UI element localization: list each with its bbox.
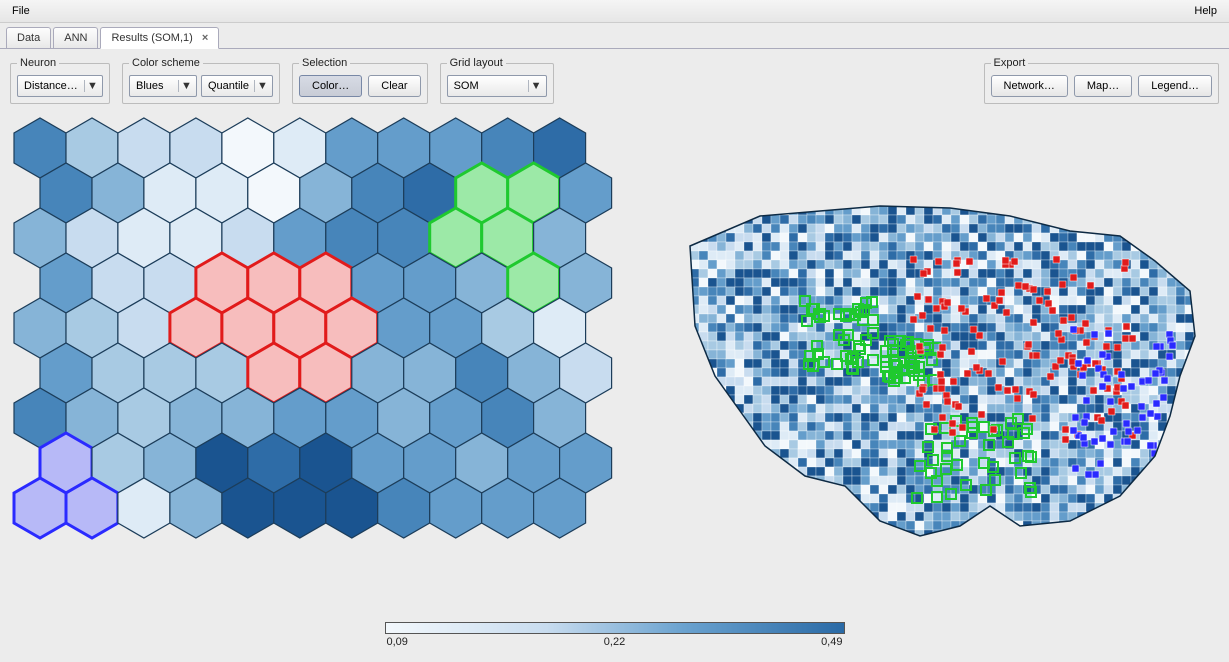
us-county-map[interactable] xyxy=(645,116,1215,616)
tab-results[interactable]: Results (SOM,1) × xyxy=(100,27,219,49)
legend-mid: 0,22 xyxy=(604,636,625,648)
neuron-select[interactable]: Distance… ▼ xyxy=(17,75,103,97)
tab-ann[interactable]: ANN xyxy=(53,27,98,48)
chevron-down-icon: ▼ xyxy=(178,80,194,92)
group-grid-layout: Grid layout SOM ▼ xyxy=(440,57,554,104)
group-color-scheme: Color scheme Blues ▼ Quantile ▼ xyxy=(122,57,280,104)
select-value: Distance… xyxy=(24,80,78,92)
group-selection: Selection Color… Clear xyxy=(292,57,428,104)
group-legend: Grid layout xyxy=(447,57,506,69)
tab-label: Data xyxy=(17,32,40,44)
color-button[interactable]: Color… xyxy=(299,75,362,97)
toolbar: Neuron Distance… ▼ Color scheme Blues ▼ … xyxy=(10,57,1219,104)
legend-gradient xyxy=(385,622,845,634)
legend-min: 0,09 xyxy=(387,636,408,648)
menubar: File Help xyxy=(0,0,1229,23)
select-value: Blues xyxy=(136,80,164,92)
select-value: SOM xyxy=(454,80,479,92)
export-legend-button[interactable]: Legend… xyxy=(1138,75,1212,97)
group-legend: Color scheme xyxy=(129,57,203,69)
grid-layout-select[interactable]: SOM ▼ xyxy=(447,75,547,97)
select-value: Quantile xyxy=(208,80,249,92)
legend-max: 0,49 xyxy=(821,636,842,648)
chevron-down-icon: ▼ xyxy=(84,80,100,92)
group-neuron: Neuron Distance… ▼ xyxy=(10,57,110,104)
tab-bar: Data ANN Results (SOM,1) × xyxy=(0,23,1229,49)
tab-label: ANN xyxy=(64,32,87,44)
menu-help[interactable]: Help xyxy=(1188,3,1223,19)
clear-button[interactable]: Clear xyxy=(368,75,420,97)
export-map-button[interactable]: Map… xyxy=(1074,75,1132,97)
hex-cell[interactable] xyxy=(14,478,66,538)
color-legend: 0,09 0,22 0,49 xyxy=(385,622,845,648)
hex-cell[interactable] xyxy=(66,478,118,538)
group-legend: Export xyxy=(991,57,1029,69)
tab-label: Results (SOM,1) xyxy=(111,32,192,44)
content-area: Neuron Distance… ▼ Color scheme Blues ▼ … xyxy=(0,49,1229,656)
group-export: Export Network… Map… Legend… xyxy=(984,57,1219,104)
som-hex-grid[interactable] xyxy=(10,116,635,616)
export-network-button[interactable]: Network… xyxy=(991,75,1068,97)
palette-select[interactable]: Blues ▼ xyxy=(129,75,197,97)
close-icon[interactable]: × xyxy=(202,32,208,44)
tab-data[interactable]: Data xyxy=(6,27,51,48)
chevron-down-icon: ▼ xyxy=(528,80,544,92)
scale-select[interactable]: Quantile ▼ xyxy=(201,75,273,97)
group-legend: Neuron xyxy=(17,57,59,69)
chevron-down-icon: ▼ xyxy=(254,80,270,92)
group-legend: Selection xyxy=(299,57,350,69)
menu-file[interactable]: File xyxy=(6,3,36,19)
